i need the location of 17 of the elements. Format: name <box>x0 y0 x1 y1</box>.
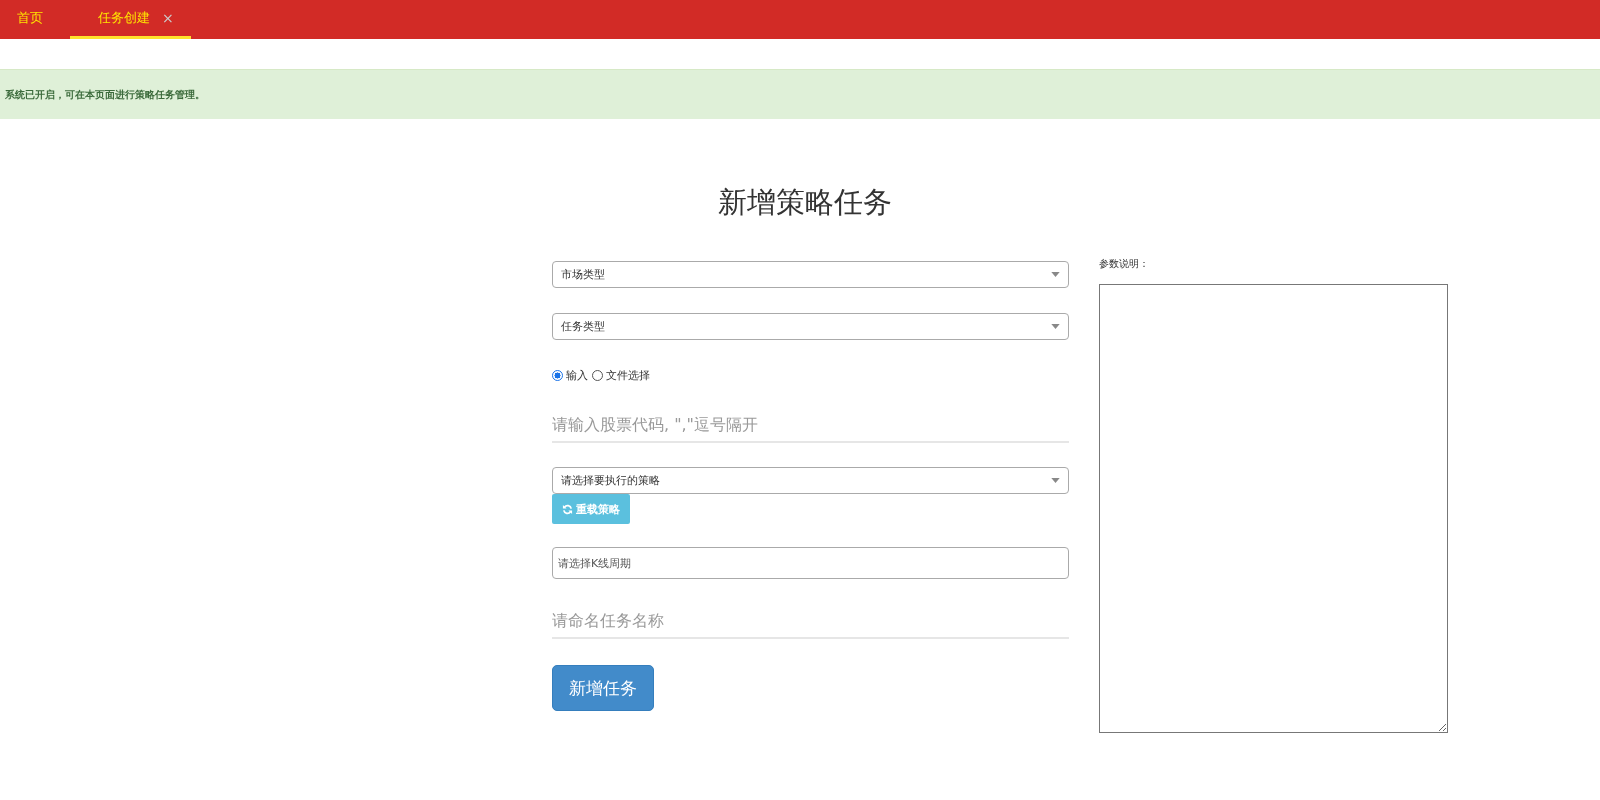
alert-banner: 系统已开启，可在本页面进行策略任务管理。 <box>0 69 1600 119</box>
caret-icon <box>1051 324 1060 329</box>
params-label: 参数说明： <box>1099 257 1150 271</box>
tab[interactable]: 首页 <box>0 0 60 39</box>
text-field[interactable]: 请选择K线周期 <box>552 547 1069 579</box>
select-field[interactable]: 市场类型 <box>552 261 1069 288</box>
select-field[interactable]: 请选择要执行的策略 <box>552 467 1069 494</box>
radio-button[interactable] <box>552 369 563 381</box>
radio-label[interactable]: 文件选择 <box>606 367 650 383</box>
radio-label[interactable]: 输入 <box>566 367 588 383</box>
add-task-button[interactable]: 新增任务 <box>552 665 654 711</box>
select-field[interactable]: 任务类型 <box>552 313 1069 340</box>
page-title: 新增策略任务 <box>717 184 893 221</box>
caret-icon <box>1051 478 1060 483</box>
refresh-icon <box>562 503 573 515</box>
caret-icon <box>1051 272 1060 277</box>
tab[interactable]: 任务创建 × <box>70 0 191 39</box>
